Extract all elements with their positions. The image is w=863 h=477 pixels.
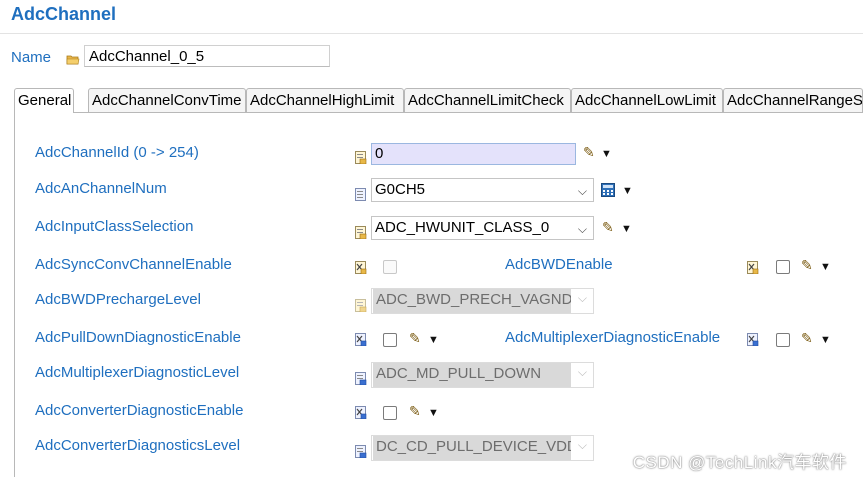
dropdown-arrow-icon[interactable]: ▼ [428, 334, 439, 346]
tab-adc-channel-high-limit[interactable]: AdcChannelHighLimit [246, 88, 404, 112]
dropdown-arrow-icon[interactable]: ▼ [820, 334, 831, 346]
adc-bwd-precharge-label: AdcBWDPrechargeLevel [35, 291, 201, 308]
config-param-icon [355, 372, 367, 390]
adc-channel-id-label: AdcChannelId (0 -> 254) [35, 144, 199, 161]
title-divider [0, 33, 863, 34]
adc-conv-diag-enable-checkbox[interactable] [383, 406, 397, 420]
chevron-down-icon: ⌵ [577, 222, 587, 236]
adc-input-class-value: ADC_HWUNIT_CLASS_0 [375, 219, 550, 236]
adc-sync-conv-checkbox[interactable] [383, 260, 397, 274]
tab-adc-channel-low-limit[interactable]: AdcChannelLowLimit [571, 88, 723, 112]
tab-adc-channel-conv-time[interactable]: AdcChannelConvTime [88, 88, 246, 112]
config-param-icon [355, 151, 367, 169]
adc-conv-diag-level-value: DC_CD_PULL_DEVICE_VDDM [373, 436, 571, 460]
adc-pulldown-diag-checkbox[interactable] [383, 333, 397, 347]
adc-conv-diag-enable-label: AdcConverterDiagnosticEnable [35, 402, 244, 419]
config-param-icon [355, 261, 367, 279]
dropdown-arrow-icon[interactable]: ▼ [601, 148, 612, 160]
calculator-icon[interactable] [601, 183, 615, 202]
adc-conv-diag-level-select[interactable]: DC_CD_PULL_DEVICE_VDDM ⌵ [371, 435, 594, 461]
pencil-icon[interactable]: ✎ [801, 257, 813, 274]
adc-bwd-precharge-value: ADC_BWD_PRECH_VAGND [373, 289, 571, 313]
folder-icon [66, 52, 80, 70]
pencil-icon[interactable]: ✎ [583, 144, 595, 161]
adc-mux-diag-level-value: ADC_MD_PULL_DOWN [373, 363, 571, 387]
page-title: AdcChannel [11, 4, 117, 24]
dropdown-arrow-icon[interactable]: ▼ [820, 261, 831, 273]
adc-bwd-enable-checkbox[interactable] [776, 260, 790, 274]
pencil-icon[interactable]: ✎ [409, 403, 421, 420]
tab-adc-channel-range-s[interactable]: AdcChannelRangeS [723, 88, 863, 112]
dropdown-arrow-icon[interactable]: ▼ [622, 185, 633, 197]
chevron-down-icon: ⌵ [577, 438, 587, 452]
chevron-down-icon: ⌵ [577, 184, 587, 198]
adc-input-class-label: AdcInputClassSelection [35, 218, 194, 235]
adc-conv-diag-level-label: AdcConverterDiagnosticsLevel [35, 437, 241, 454]
adc-mux-diag-enable-checkbox[interactable] [776, 333, 790, 347]
config-param-icon [747, 333, 759, 351]
pencil-icon[interactable]: ✎ [409, 330, 421, 347]
dropdown-arrow-icon[interactable]: ▼ [428, 407, 439, 419]
adc-an-channel-num-label: AdcAnChannelNum [35, 180, 167, 197]
pencil-icon[interactable]: ✎ [602, 219, 614, 236]
tab-adc-channel-limit-check[interactable]: AdcChannelLimitCheck [404, 88, 571, 112]
name-label: Name [11, 49, 52, 66]
adc-bwd-precharge-select[interactable]: ADC_BWD_PRECH_VAGND ⌵ [371, 288, 594, 314]
name-input[interactable]: AdcChannel_0_5 [84, 45, 330, 67]
adc-mux-diag-level-select[interactable]: ADC_MD_PULL_DOWN ⌵ [371, 362, 594, 388]
adc-pulldown-diag-label: AdcPullDownDiagnosticEnable [35, 329, 241, 346]
adc-an-channel-num-value: G0CH5 [375, 181, 426, 198]
adc-an-channel-num-select[interactable]: G0CH5 ⌵ [371, 178, 594, 202]
config-param-icon [355, 299, 367, 317]
config-param-icon [355, 226, 367, 244]
dropdown-arrow-icon[interactable]: ▼ [621, 223, 632, 235]
adc-channel-id-input[interactable]: 0 [371, 143, 576, 165]
tab-general[interactable]: General [14, 88, 74, 113]
config-param-icon [355, 406, 367, 424]
pencil-icon[interactable]: ✎ [801, 330, 813, 347]
adc-mux-diag-enable-label: AdcMultiplexerDiagnosticEnable [505, 329, 721, 346]
config-param-icon [355, 333, 367, 351]
adc-input-class-select[interactable]: ADC_HWUNIT_CLASS_0 ⌵ [371, 216, 594, 240]
config-param-icon [355, 188, 367, 206]
watermark-text: CSDN @TechLink汽车软件 [632, 453, 847, 472]
chevron-down-icon: ⌵ [577, 365, 587, 379]
config-param-icon [747, 261, 759, 279]
config-param-icon [355, 445, 367, 463]
adc-sync-conv-label: AdcSyncConvChannelEnable [35, 256, 232, 273]
chevron-down-icon: ⌵ [577, 291, 587, 305]
adc-bwd-enable-label: AdcBWDEnable [505, 256, 613, 273]
adc-mux-diag-level-label: AdcMultiplexerDiagnosticLevel [35, 364, 240, 381]
